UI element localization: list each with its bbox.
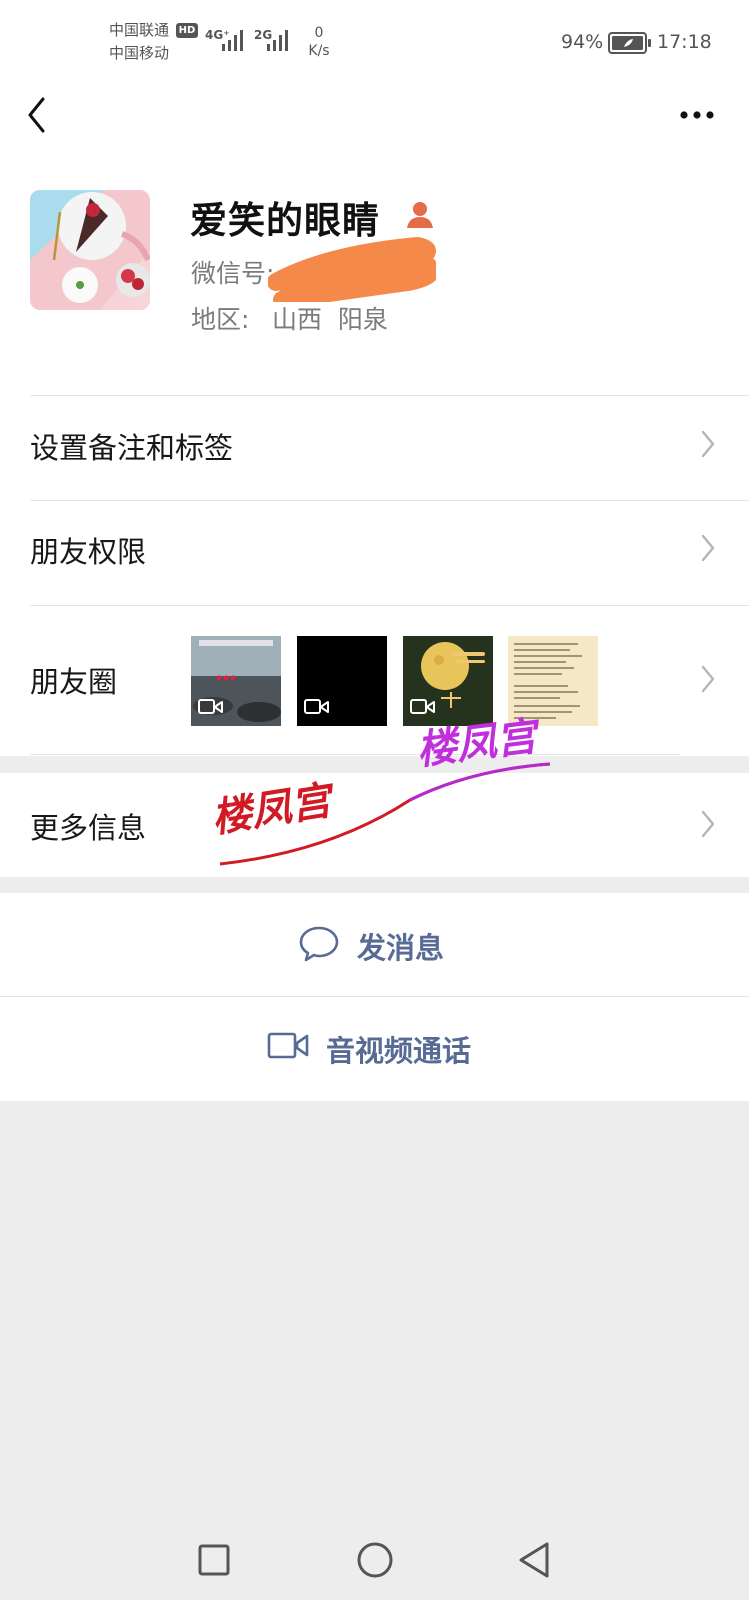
video-icon: [304, 699, 329, 714]
chat-bubble-icon: [299, 926, 339, 962]
net-speed-value: 0: [314, 25, 324, 41]
moments-label: 朋友圈: [30, 665, 118, 699]
avatar[interactable]: [30, 190, 150, 310]
recent-apps-icon[interactable]: [197, 1543, 231, 1577]
moments-row[interactable]: 朋友圈: [0, 606, 749, 752]
video-call-button[interactable]: 音视频通话: [0, 997, 749, 1101]
signal-bars-icon: [267, 30, 288, 51]
carrier-secondary: 中国移动: [109, 44, 170, 62]
region-label: 地区:: [191, 305, 250, 334]
nav-bar: [0, 86, 749, 170]
signal-bars-icon: [222, 30, 243, 51]
more-info-label: 更多信息: [30, 811, 147, 845]
video-call-label: 音视频通话: [326, 1034, 472, 1068]
net-speed-unit: K/s: [308, 43, 330, 59]
profile-card: 爱笑的眼睛 微信号: 地区: 山西 阳泉: [0, 170, 749, 396]
chevron-right-icon: [701, 534, 715, 562]
remark-tags-row[interactable]: 设置备注和标签: [0, 396, 749, 500]
friend-permissions-row[interactable]: 朋友权限: [0, 501, 749, 605]
chevron-left-icon[interactable]: [22, 96, 52, 134]
video-icon: [410, 699, 435, 714]
status-bar: 中国联通 HD 中国移动 4G⁺ 2G 0 K/s 94% 17:18: [0, 0, 749, 86]
home-icon[interactable]: [355, 1540, 395, 1580]
region-value: 山西 阳泉: [272, 305, 388, 334]
person-gender-icon: [407, 202, 433, 228]
back-icon[interactable]: [516, 1540, 554, 1580]
video-camera-icon: [267, 1032, 309, 1059]
moments-thumbnail[interactable]: [297, 636, 387, 726]
send-message-button[interactable]: 发消息: [0, 893, 749, 996]
net-speed: 0 K/s: [298, 24, 340, 60]
action-buttons: 发消息 音视频通话: [0, 893, 749, 1101]
chevron-right-icon: [701, 430, 715, 458]
remark-tags-label: 设置备注和标签: [30, 431, 234, 465]
chevron-right-icon: [701, 665, 715, 693]
hd-badge: HD: [176, 23, 198, 38]
settings-list: 设置备注和标签 朋友权限 朋友圈: [0, 396, 749, 756]
send-message-label: 发消息: [357, 931, 445, 965]
friend-permissions-label: 朋友权限: [30, 535, 147, 569]
wechat-id-label: 微信号:: [191, 259, 275, 288]
redaction-scribble: [268, 237, 436, 302]
ellipsis-icon[interactable]: [678, 108, 716, 122]
moments-thumbnail[interactable]: [191, 636, 281, 726]
battery-percent: 94%: [561, 31, 604, 53]
battery-icon: [608, 32, 651, 54]
system-nav-bar: [0, 1510, 749, 1600]
video-icon: [198, 699, 223, 714]
clock: 17:18: [657, 31, 712, 53]
carrier-primary: 中国联通: [109, 21, 170, 39]
chevron-right-icon: [701, 810, 715, 838]
